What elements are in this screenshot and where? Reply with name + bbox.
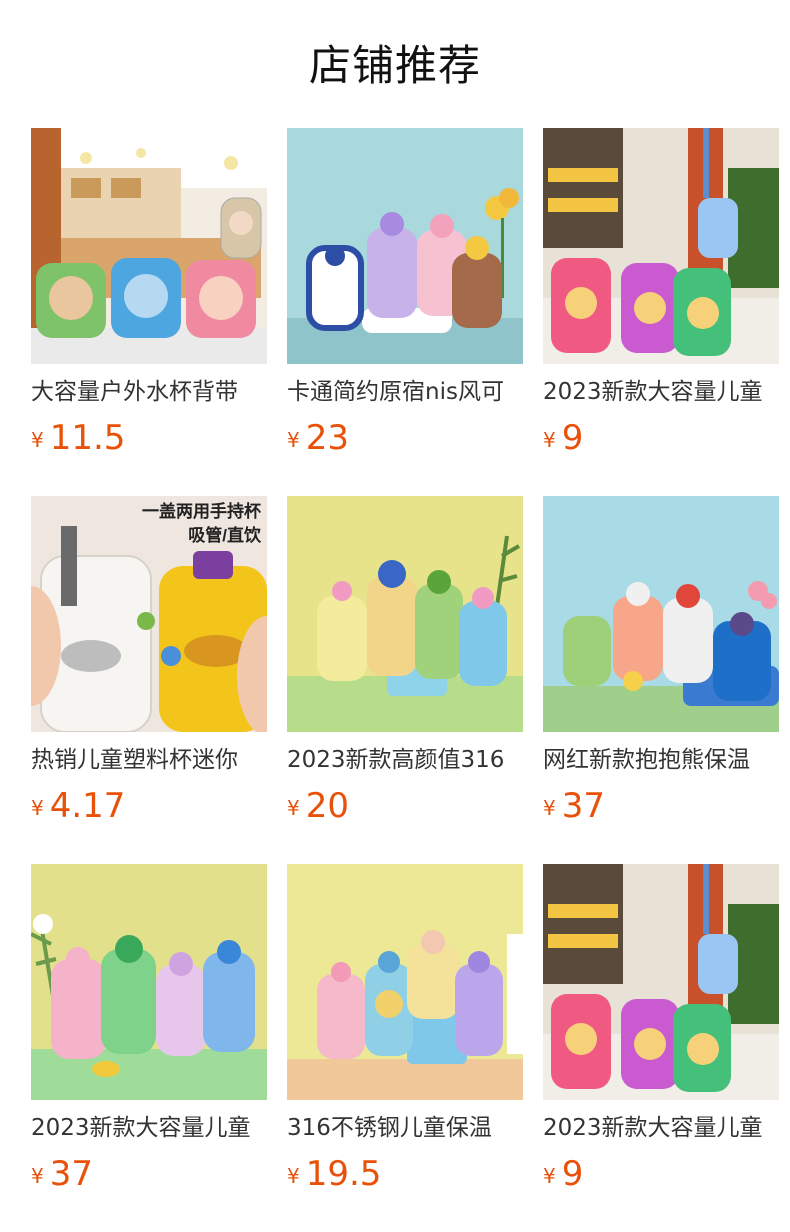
price-value: 23 [305, 418, 349, 458]
product-card[interactable]: 网红新款抱抱熊保温 ¥37 [543, 496, 779, 836]
currency-symbol: ¥ [287, 428, 300, 452]
image-overlay-text: 一盖两用手持杯 吸管/直饮 [142, 502, 261, 545]
product-image[interactable] [31, 864, 267, 1100]
product-price: ¥20 [287, 784, 349, 828]
product-name[interactable]: 2023新款大容量儿童 [543, 374, 779, 410]
product-name[interactable]: 卡通简约原宿nis风可 [287, 374, 523, 410]
price-value: 37 [561, 786, 605, 826]
currency-symbol: ¥ [31, 1164, 44, 1188]
product-image[interactable] [31, 128, 267, 364]
price-value: 11.5 [49, 418, 126, 458]
product-name[interactable]: 316不锈钢儿童保温 [287, 1110, 523, 1146]
product-card[interactable]: 卡通简约原宿nis风可 ¥23 [287, 128, 523, 468]
product-price: ¥11.5 [31, 416, 125, 460]
currency-symbol: ¥ [287, 1164, 300, 1188]
product-image[interactable]: 一盖两用手持杯 吸管/直饮 [31, 496, 267, 732]
currency-symbol: ¥ [287, 796, 300, 820]
price-value: 37 [49, 1154, 93, 1194]
price-value: 9 [561, 1154, 584, 1194]
product-price: ¥37 [543, 784, 605, 828]
product-image[interactable] [543, 128, 779, 364]
price-value: 19.5 [305, 1154, 382, 1194]
product-price: ¥37 [31, 1152, 93, 1196]
price-value: 9 [561, 418, 584, 458]
product-price: ¥4.17 [31, 784, 125, 828]
currency-symbol: ¥ [543, 1164, 556, 1188]
product-name[interactable]: 网红新款抱抱熊保温 [543, 742, 779, 778]
currency-symbol: ¥ [543, 428, 556, 452]
product-name[interactable]: 2023新款高颜值316 [287, 742, 523, 778]
product-name[interactable]: 大容量户外水杯背带 [31, 374, 267, 410]
product-card[interactable]: 2023新款大容量儿童 ¥37 [31, 864, 267, 1204]
product-price: ¥23 [287, 416, 349, 460]
product-price: ¥19.5 [287, 1152, 381, 1196]
product-name[interactable]: 2023新款大容量儿童 [31, 1110, 267, 1146]
currency-symbol: ¥ [31, 796, 44, 820]
section-title: 店铺推荐 [308, 41, 481, 90]
product-card[interactable]: 一盖两用手持杯 吸管/直饮 热销儿童塑料杯迷你 ¥4.17 [31, 496, 267, 836]
product-card[interactable]: 2023新款大容量儿童 ¥9 [543, 128, 779, 468]
product-image[interactable] [543, 864, 779, 1100]
product-image[interactable] [287, 496, 523, 732]
currency-symbol: ¥ [31, 428, 44, 452]
price-value: 20 [305, 786, 349, 826]
price-value: 4.17 [49, 786, 126, 826]
product-image[interactable] [287, 128, 523, 364]
product-card[interactable]: 2023新款大容量儿童 ¥9 [543, 864, 779, 1204]
product-image[interactable] [543, 496, 779, 732]
product-image[interactable] [287, 864, 523, 1100]
product-price: ¥9 [543, 416, 583, 460]
product-card[interactable]: 2023新款高颜值316 ¥20 [287, 496, 523, 836]
product-name[interactable]: 2023新款大容量儿童 [543, 1110, 779, 1146]
product-card[interactable]: 大容量户外水杯背带 ¥11.5 [31, 128, 267, 468]
product-name[interactable]: 热销儿童塑料杯迷你 [31, 742, 267, 778]
product-price: ¥9 [543, 1152, 583, 1196]
product-card[interactable]: 316不锈钢儿童保温 ¥19.5 [287, 864, 523, 1204]
currency-symbol: ¥ [543, 796, 556, 820]
